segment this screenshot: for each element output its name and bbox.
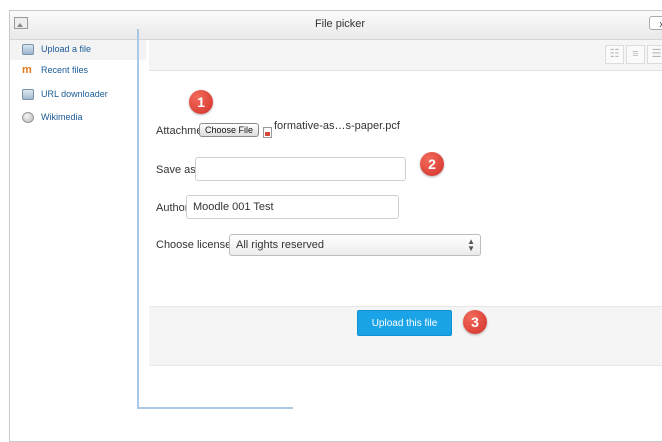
icons-view-button[interactable]: ☷ xyxy=(605,45,624,64)
step-2-badge: 2 xyxy=(420,152,444,176)
list-view-button[interactable]: ≡ xyxy=(626,45,645,64)
wikimedia-icon xyxy=(22,112,34,123)
choose-file-button[interactable]: Choose File xyxy=(199,123,259,137)
select-arrows-icon: ▲ ▼ xyxy=(467,237,475,253)
window-title: File picker xyxy=(314,18,366,30)
author-input[interactable]: Moodle 001 Test xyxy=(186,195,399,219)
bottom-divider xyxy=(137,407,293,409)
step-3-badge: 3 xyxy=(463,310,487,334)
sidebar-item-recent-files[interactable]: m Recent files xyxy=(10,61,146,81)
license-select[interactable]: All rights reserved ▲ ▼ xyxy=(229,234,481,256)
sidebar-item-label: Wikimedia xyxy=(41,112,83,122)
view-toolbar: ☷ ≡ ☰ xyxy=(149,40,662,71)
sidebar-item-url-downloader[interactable]: URL downloader xyxy=(10,85,146,105)
sidebar-item-label: Recent files xyxy=(41,65,89,75)
sidebar-divider xyxy=(137,29,139,407)
recent-files-icon: m xyxy=(22,64,32,76)
license-select-value: All rights reserved xyxy=(236,239,325,251)
save-as-label: Save as xyxy=(156,164,196,176)
save-as-input[interactable] xyxy=(195,157,406,181)
title-bar: File picker x xyxy=(10,11,662,40)
tree-view-button[interactable]: ☰ xyxy=(647,45,662,64)
repository-sidebar: Upload a file m Recent files URL downloa… xyxy=(10,40,146,440)
close-button[interactable]: x xyxy=(649,16,662,30)
pdf-file-icon xyxy=(263,127,272,138)
upload-this-file-button[interactable]: Upload this file xyxy=(357,310,452,336)
author-label: Author xyxy=(156,202,189,214)
url-downloader-icon xyxy=(22,89,34,100)
sidebar-item-upload-a-file[interactable]: Upload a file xyxy=(10,40,146,60)
sidebar-item-label: URL downloader xyxy=(41,89,108,99)
selected-filename: formative-as…s-paper.pcf xyxy=(274,120,400,132)
sidebar-item-label: Upload a file xyxy=(41,44,92,54)
file-picker-dialog: File picker x Upload a file m Recent fil… xyxy=(9,10,662,442)
sidebar-item-wikimedia[interactable]: Wikimedia xyxy=(10,108,146,128)
upload-icon xyxy=(22,44,34,55)
license-label: Choose license xyxy=(156,239,232,251)
step-1-badge: 1 xyxy=(189,90,213,114)
